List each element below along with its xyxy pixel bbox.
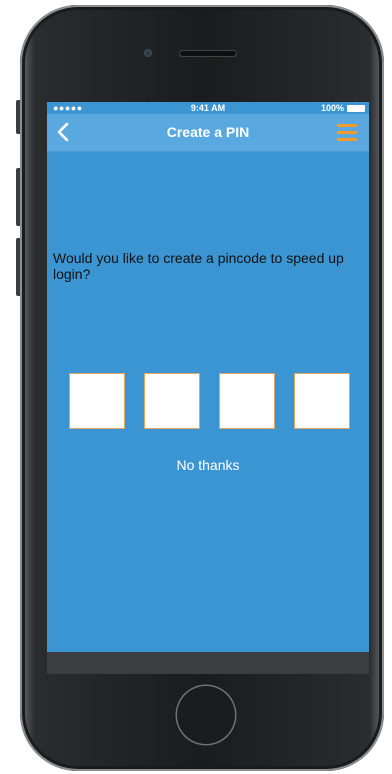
home-button[interactable] [177, 686, 235, 744]
pin-digit-2[interactable] [144, 373, 200, 429]
pin-digit-1[interactable] [69, 373, 125, 429]
pin-entry-row [69, 373, 351, 431]
pin-digit-3[interactable] [219, 373, 275, 429]
earpiece-speaker [180, 51, 236, 56]
pincode-prompt: Would you like to create a pincode to sp… [53, 250, 344, 282]
front-camera [144, 49, 152, 57]
page-title: Create a PIN [166, 124, 250, 140]
hamburger-menu-icon [337, 131, 357, 134]
app-screen: ●●●●● 9:41 AM 100% Create a PIN Would yo… [47, 102, 369, 674]
battery-percent: 100% [320, 103, 344, 113]
navigation-bar: Create a PIN [47, 114, 369, 152]
hamburger-menu-icon [337, 124, 357, 127]
status-bar: ●●●●● 9:41 AM 100% [47, 102, 369, 114]
battery-status: 100% [321, 102, 365, 114]
screen-bottom-bar [47, 652, 369, 674]
hamburger-menu-icon [337, 138, 357, 141]
no-thanks-link[interactable]: No thanks [47, 457, 369, 473]
battery-icon [347, 104, 365, 112]
menu-button[interactable] [337, 124, 357, 142]
pin-digit-4[interactable] [294, 373, 350, 429]
